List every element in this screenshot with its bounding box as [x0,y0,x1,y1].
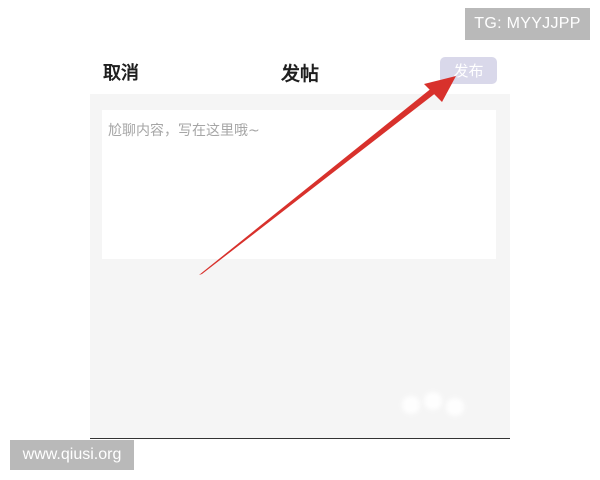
post-content-input[interactable] [102,110,496,259]
compose-area [90,94,510,438]
tg-watermark: TG: MYYJJPP [465,8,590,40]
bottom-divider [90,438,510,439]
publish-button[interactable]: 发布 [440,57,497,84]
post-header: 取消 发帖 发布 [90,52,510,94]
site-watermark: www.qiusi.org [10,440,134,470]
blurred-indicator [402,390,472,416]
